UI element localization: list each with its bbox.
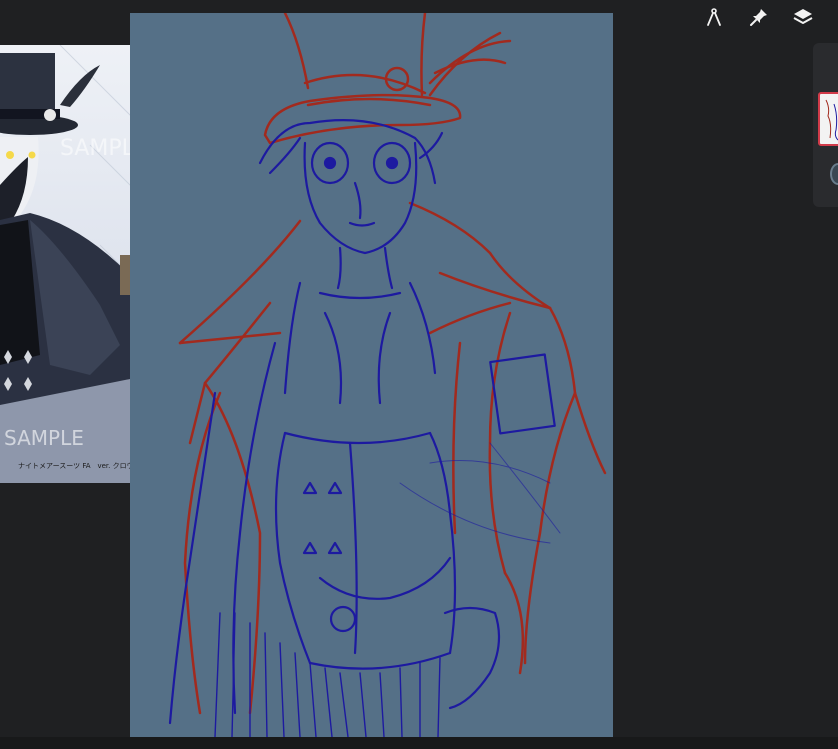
layers-button[interactable] [790, 4, 816, 30]
layer-preview [825, 99, 838, 141]
reference-illustration: SAMPLE SAMPLE [0, 45, 150, 483]
reference-image[interactable]: SAMPLE SAMPLE ナイトメアースーツ FA ver. クロウリー [0, 45, 150, 483]
reference-watermark: SAMPLE [4, 426, 84, 450]
compass-icon [707, 8, 721, 26]
pin-icon [750, 9, 767, 26]
reference-caption: ナイトメアースーツ FA ver. クロウリー [18, 462, 148, 470]
red-sketch-layer [178, 13, 607, 715]
compass-button[interactable] [701, 4, 727, 30]
layer-thumbnail-selected[interactable] [818, 92, 838, 146]
layers-icon [793, 9, 813, 24]
pin-button[interactable] [746, 4, 772, 30]
bottom-edge [0, 737, 838, 749]
sketch-drawing [168, 13, 607, 737]
drawing-canvas[interactable] [130, 13, 613, 737]
